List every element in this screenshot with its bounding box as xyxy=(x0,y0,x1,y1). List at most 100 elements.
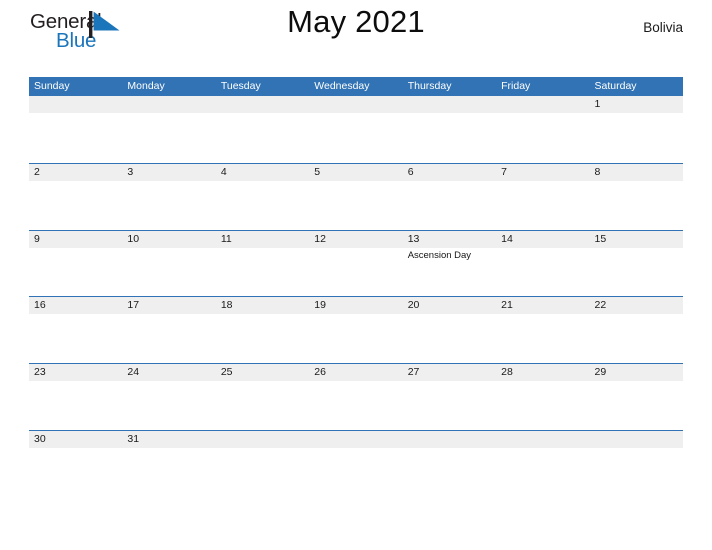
calendar-week-row: 1 xyxy=(29,96,683,163)
day-number: 28 xyxy=(501,366,513,379)
day-number: 27 xyxy=(407,366,420,379)
day-number: 23 xyxy=(34,366,46,379)
day-number: 20 xyxy=(407,299,420,312)
day-number: 9 xyxy=(34,232,40,245)
calendar-day-cell[interactable]: 13 Ascension Day xyxy=(403,231,496,297)
day-number: 17 xyxy=(127,299,140,312)
week-cells: 2 3 4 5 6 7 8 xyxy=(29,164,683,230)
calendar-day-cell-empty xyxy=(29,96,122,163)
calendar-day-cell[interactable]: 8 xyxy=(590,164,683,230)
calendar-day-cell[interactable]: 12 xyxy=(309,231,402,297)
calendar-week-row: 2 3 4 5 6 7 8 xyxy=(29,162,683,230)
day-number: 5 xyxy=(314,165,321,178)
calendar-day-cell[interactable]: 17 xyxy=(122,297,215,363)
calendar-day-cell[interactable]: 25 xyxy=(216,364,309,430)
calendar-day-cell[interactable]: 21 xyxy=(496,297,589,363)
calendar-day-cell-empty xyxy=(403,431,496,497)
day-number: 11 xyxy=(220,232,232,245)
page-header: General Blue May 2021 Bolivia xyxy=(29,0,683,52)
weekday-friday: Friday xyxy=(501,80,531,92)
calendar-day-cell[interactable]: 6 xyxy=(403,164,496,230)
calendar-day-cell[interactable]: 11 xyxy=(216,231,309,297)
calendar-weeks: 1 2 3 4 5 6 7 8 9 10 11 12 13 Ascension Day 14 15 16 17 18… xyxy=(29,96,683,497)
calendar-day-cell-empty xyxy=(496,96,589,163)
calendar-day-cell[interactable]: 28 xyxy=(496,364,589,430)
calendar-day-cell[interactable]: 5 xyxy=(309,164,402,230)
calendar-page: General Blue May 2021 Bolivia Sunday Mon… xyxy=(0,0,712,550)
weekday-header-row: Sunday Monday Tuesday Wednesday Thursday… xyxy=(29,77,683,96)
day-number: 14 xyxy=(501,232,513,245)
calendar-day-cell-empty xyxy=(216,431,309,497)
day-number: 31 xyxy=(127,432,140,445)
calendar-day-cell[interactable]: 9 xyxy=(29,231,122,297)
calendar-grid: Sunday Monday Tuesday Wednesday Thursday… xyxy=(29,77,683,497)
calendar-day-cell-empty xyxy=(590,431,683,497)
day-number: 18 xyxy=(220,299,233,312)
day-event-label: Ascension Day xyxy=(407,249,472,261)
calendar-day-cell[interactable]: 22 xyxy=(590,297,683,363)
week-cells: 9 10 11 12 13 Ascension Day 14 15 xyxy=(29,231,683,297)
calendar-week-row: 23 24 25 26 27 28 29 xyxy=(29,363,683,430)
calendar-week-row: 30 31 xyxy=(29,429,683,497)
calendar-day-cell[interactable]: 29 xyxy=(590,364,683,430)
calendar-day-cell[interactable]: 20 xyxy=(403,297,496,363)
day-number: 7 xyxy=(501,165,507,178)
day-number: 8 xyxy=(594,165,601,178)
week-cells: 30 31 xyxy=(29,431,683,497)
calendar-day-cell[interactable]: 7 xyxy=(496,164,589,230)
calendar-day-cell[interactable]: 19 xyxy=(309,297,402,363)
calendar-day-cell[interactable]: 18 xyxy=(216,297,309,363)
day-number: 21 xyxy=(501,299,513,312)
day-number: 10 xyxy=(127,232,140,245)
weekday-sunday: Sunday xyxy=(34,80,70,92)
calendar-day-cell[interactable]: 31 xyxy=(122,431,215,497)
calendar-day-cell[interactable]: 27 xyxy=(403,364,496,430)
page-title: May 2021 xyxy=(287,4,425,39)
day-number: 1 xyxy=(594,98,601,110)
country-label: Bolivia xyxy=(643,20,683,35)
calendar-day-cell[interactable]: 30 xyxy=(29,431,122,497)
day-number: 15 xyxy=(594,232,607,245)
calendar-day-cell[interactable]: 3 xyxy=(122,164,215,230)
calendar-day-cell[interactable]: 15 xyxy=(590,231,683,297)
weekday-saturday: Saturday xyxy=(594,80,637,92)
calendar-day-cell[interactable]: 14 xyxy=(496,231,589,297)
day-number: 29 xyxy=(594,366,607,379)
day-number: 22 xyxy=(594,299,607,312)
calendar-day-cell[interactable]: 2 xyxy=(29,164,122,230)
week-cells: 16 17 18 19 20 21 22 xyxy=(29,297,683,363)
day-number: 19 xyxy=(314,299,326,312)
day-number: 12 xyxy=(314,232,326,245)
calendar-day-cell[interactable]: 4 xyxy=(216,164,309,230)
weekday-thursday: Thursday xyxy=(407,80,452,92)
weekday-wednesday: Wednesday xyxy=(314,80,370,92)
calendar-day-cell-empty xyxy=(496,431,589,497)
calendar-day-cell-empty xyxy=(122,96,215,163)
calendar-day-cell[interactable]: 1 xyxy=(590,96,683,163)
weekday-tuesday: Tuesday xyxy=(220,80,261,92)
calendar-day-cell[interactable]: 10 xyxy=(122,231,215,297)
calendar-day-cell[interactable]: 23 xyxy=(29,364,122,430)
day-number: 13 xyxy=(407,232,420,245)
day-number: 26 xyxy=(314,366,326,379)
calendar-day-cell-empty xyxy=(403,96,496,163)
calendar-day-cell-empty xyxy=(309,431,402,497)
day-number: 2 xyxy=(34,165,40,178)
calendar-day-cell[interactable]: 24 xyxy=(122,364,215,430)
day-number: 16 xyxy=(34,299,46,312)
weekday-monday: Monday xyxy=(127,80,165,92)
calendar-day-cell-empty xyxy=(309,96,402,163)
day-number: 6 xyxy=(407,165,414,178)
day-number: 25 xyxy=(220,366,233,379)
calendar-week-row: 9 10 11 12 13 Ascension Day 14 15 xyxy=(29,229,683,297)
day-number: 24 xyxy=(127,366,140,379)
calendar-day-cell[interactable]: 26 xyxy=(309,364,402,430)
week-cells: 23 24 25 26 27 28 29 xyxy=(29,364,683,430)
calendar-week-row: 16 17 18 19 20 21 22 xyxy=(29,296,683,363)
week-cells: 1 xyxy=(29,96,683,163)
calendar-day-cell[interactable]: 16 xyxy=(29,297,122,363)
day-number: 3 xyxy=(127,165,134,178)
day-number: 4 xyxy=(220,165,227,178)
calendar-day-cell-empty xyxy=(216,96,309,163)
day-number: 30 xyxy=(34,432,46,445)
